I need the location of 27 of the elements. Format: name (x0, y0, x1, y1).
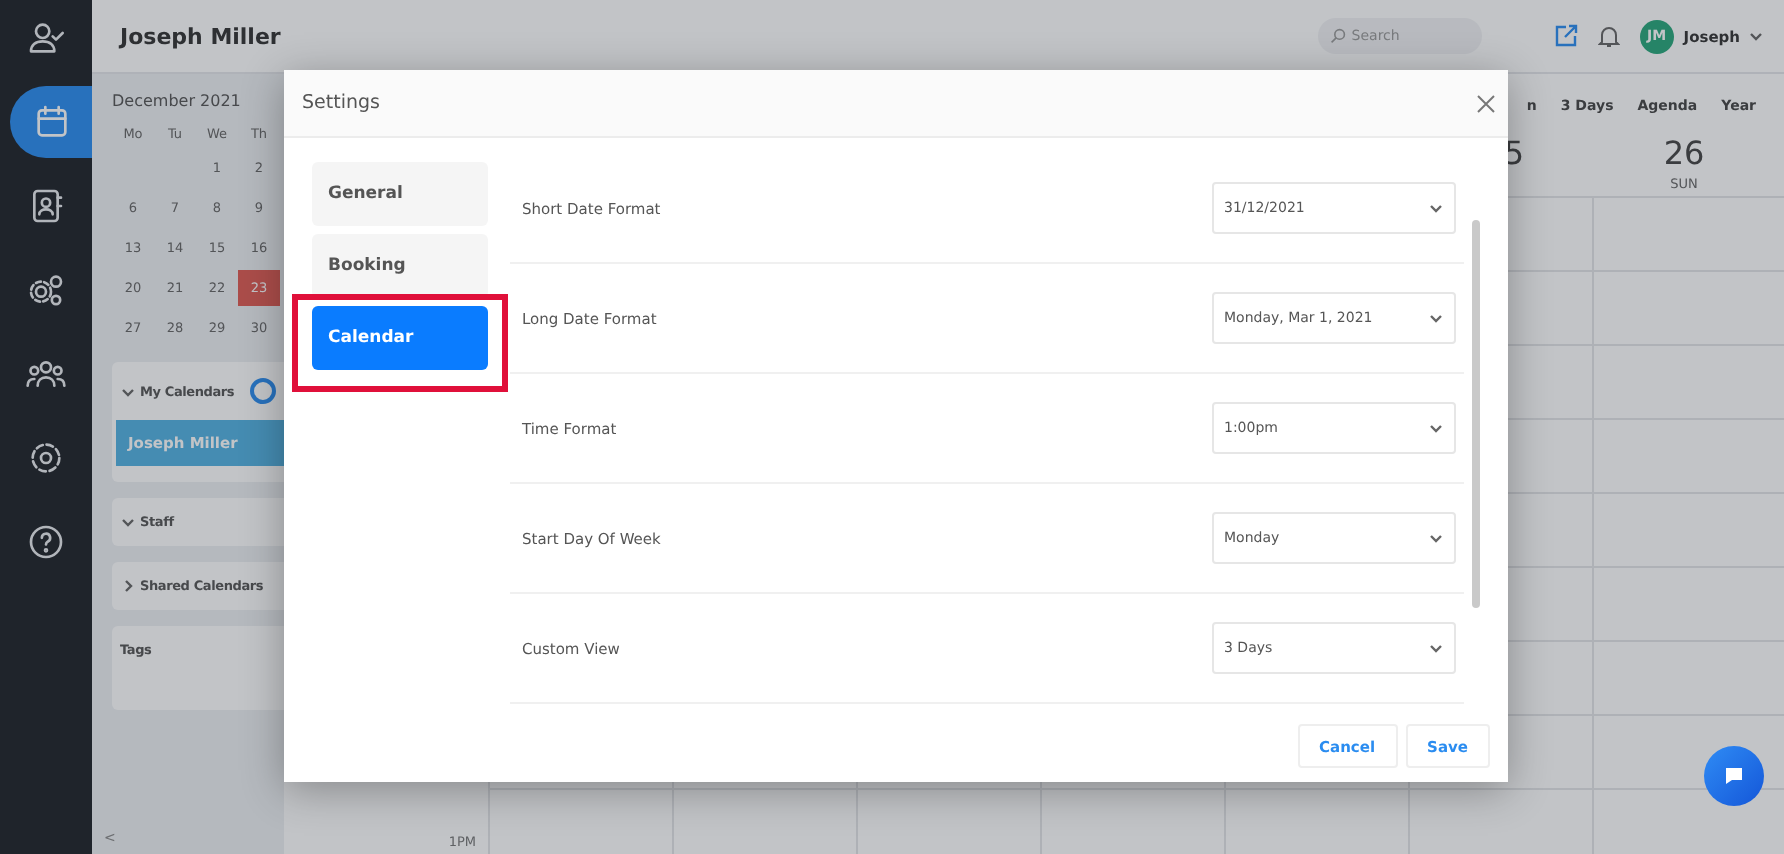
settings-icon (26, 438, 66, 478)
month-title: December 2021 (112, 92, 243, 110)
search-icon (1329, 28, 1346, 44)
settings-tab[interactable]: Booking (312, 234, 488, 298)
dialog-title: Settings (302, 92, 380, 114)
settings-tab[interactable]: General (312, 162, 488, 226)
user-check-icon (26, 18, 66, 58)
external-link-icon[interactable] (1553, 24, 1578, 48)
bell-icon[interactable] (1597, 24, 1620, 48)
day-number: 26 (1663, 134, 1705, 172)
chevron-icon (1428, 310, 1444, 326)
close-icon (1476, 93, 1496, 113)
circle-icon[interactable] (250, 378, 277, 404)
chevron-icon (1428, 200, 1444, 216)
scrollbar[interactable] (1472, 220, 1480, 608)
calendar-icon (31, 102, 71, 142)
chevron-icon (1428, 420, 1444, 436)
settings-tab[interactable]: Calendar (312, 306, 488, 370)
sidebar-item[interactable] (10, 86, 92, 158)
chevron-icon (1428, 640, 1444, 656)
chevron-icon (1428, 530, 1444, 546)
help-icon (26, 522, 66, 562)
gears-icon (26, 270, 66, 310)
chevron-icon (1748, 28, 1764, 44)
page-title: Joseph Miller (120, 23, 283, 49)
close-button[interactable] (1476, 93, 1496, 113)
chat-icon (1722, 764, 1746, 788)
